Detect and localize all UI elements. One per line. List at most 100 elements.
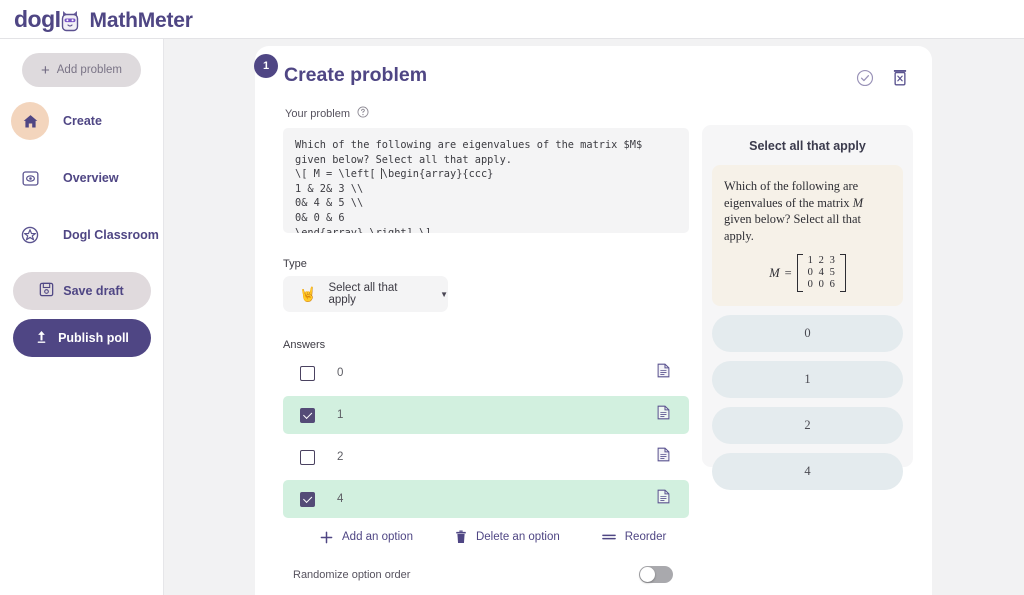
matrix-cell: 0 [807, 279, 813, 290]
option-actions-bar: Add an option Delete an option Reorder [320, 530, 666, 544]
reorder-icon [601, 532, 616, 542]
reorder-label: Reorder [624, 531, 667, 543]
sidebar-item-label: Dogl Classroom [63, 228, 159, 242]
star-circle-icon [11, 216, 49, 254]
your-problem-label-row: Your problem [285, 106, 369, 121]
save-draft-label: Save draft [63, 284, 124, 298]
matrix-equals-sign: = [784, 265, 792, 280]
chevron-down-icon: ▼ [440, 289, 448, 299]
randomize-label: Randomize option order [293, 568, 411, 581]
matrix-lhs: M [769, 265, 780, 280]
question-circle-icon[interactable] [357, 106, 369, 121]
floppy-disk-icon [39, 282, 54, 300]
preview-option[interactable]: 2 [712, 407, 903, 444]
matrix-cell: 0 [807, 267, 813, 278]
preview-question-line-2a: eigenvalues of the matrix [724, 195, 853, 210]
app-logo[interactable]: dogI MathMeter [0, 5, 193, 32]
save-draft-button[interactable]: Save draft [12, 272, 151, 310]
document-icon[interactable] [657, 447, 670, 467]
matrix-cell: 3 [829, 255, 835, 266]
app-title: MathMeter [89, 8, 193, 32]
upload-icon [34, 329, 49, 347]
preview-question: Which of the following are eigenvalues o… [712, 165, 903, 306]
matrix-cell: 1 [807, 255, 813, 266]
preview-option[interactable]: 0 [712, 315, 903, 352]
matrix-cell: 2 [818, 255, 824, 266]
matrix-bracket: 1 2 3 0 4 5 0 0 6 [796, 254, 846, 292]
document-icon[interactable] [657, 405, 670, 425]
preview-question-line-3: given below? Select all that apply. [724, 212, 861, 243]
publish-poll-label: Publish poll [58, 331, 129, 345]
add-problem-button[interactable]: + Add problem [22, 53, 141, 87]
answer-checkbox[interactable] [300, 407, 315, 423]
add-an-option-button[interactable]: Add an option [320, 531, 413, 544]
preview-option[interactable]: 1 [712, 361, 903, 398]
bracket-left [796, 254, 803, 292]
sidebar-item-create[interactable]: Create [0, 98, 163, 144]
check-circle-icon[interactable] [856, 69, 874, 92]
sidebar-item-dogl-classroom[interactable]: Dogl Classroom [0, 212, 163, 258]
preview-question-variable: M [852, 195, 864, 210]
answers-label: Answers [283, 339, 326, 351]
editor-line: \end{array} \right] \] [295, 226, 432, 233]
editor-line: 0& 0 & 6 [295, 211, 345, 224]
answer-text: 4 [337, 493, 344, 505]
publish-poll-button[interactable]: Publish poll [12, 319, 151, 357]
answer-row[interactable]: 1 [283, 396, 689, 434]
preview-option[interactable]: 4 [712, 453, 903, 490]
reorder-button[interactable]: Reorder [601, 531, 667, 543]
editor-line: \begin{array}{ccc} [381, 168, 494, 181]
answer-checkbox[interactable] [300, 449, 315, 465]
editor-line: given below? Select all that apply. [295, 153, 512, 166]
answer-row[interactable]: 2 [283, 438, 689, 476]
trash-icon [455, 530, 467, 544]
editor-line: 1 & 2& 3 \\ [295, 182, 364, 195]
editor-line: \[ M = \left[ [295, 168, 382, 181]
editor-line: Which of the following are eigenvalues o… [295, 139, 643, 151]
matrix-cell: 5 [829, 267, 835, 278]
bracket-right [839, 254, 846, 292]
your-problem-label: Your problem [285, 107, 351, 120]
page-title: Create problem [284, 64, 428, 86]
preview-title: Select all that apply [749, 139, 866, 153]
plus-icon [320, 531, 333, 544]
problem-latex-editor[interactable]: Which of the following are eigenvalues o… [283, 128, 689, 233]
document-icon[interactable] [657, 489, 670, 509]
add-an-option-label: Add an option [342, 531, 413, 543]
trash-x-icon[interactable] [891, 68, 909, 92]
answer-checkbox[interactable] [300, 491, 315, 507]
home-icon [11, 102, 49, 140]
delete-an-option-label: Delete an option [475, 531, 560, 543]
logo-wordmark: dogI [14, 5, 61, 32]
answer-checkbox[interactable] [300, 365, 315, 381]
sidebar: + Add problem Create Overview Dogl Class… [0, 39, 164, 595]
type-selected-value: Select all that apply [328, 282, 398, 306]
card-header-actions [856, 68, 909, 92]
add-problem-label: Add problem [56, 64, 122, 76]
top-bar: dogI MathMeter [0, 0, 1024, 39]
delete-an-option-button[interactable]: Delete an option [455, 530, 560, 544]
answer-row[interactable]: 0 [283, 354, 689, 392]
answer-row[interactable]: 4 [283, 480, 689, 518]
randomize-toggle[interactable] [639, 566, 673, 583]
matrix-cell: 6 [829, 279, 835, 290]
matrix-cell: 4 [818, 267, 824, 278]
answer-text: 0 [337, 367, 344, 379]
randomize-option-order-row: Randomize option order [293, 566, 673, 583]
matrix-cell: 0 [818, 279, 824, 290]
sidebar-item-overview[interactable]: Overview [0, 155, 163, 201]
plus-icon: + [41, 61, 50, 79]
document-icon[interactable] [657, 363, 670, 383]
sidebar-item-label: Overview [63, 171, 119, 185]
type-dropdown[interactable]: 🤘 Select all that apply ▼ [283, 276, 448, 312]
cat-mascot-icon [60, 10, 80, 32]
problem-number-badge: 1 [254, 54, 278, 78]
hand-sign-icon: 🤘 [299, 285, 317, 302]
toggle-knob [640, 567, 655, 582]
answer-text: 1 [337, 409, 344, 421]
sidebar-item-label: Create [63, 114, 102, 128]
answer-text: 2 [337, 451, 344, 463]
matrix-grid: 1 2 3 0 4 5 0 0 6 [805, 254, 838, 292]
preview-question-line-1: Which of the following are [724, 179, 859, 193]
monitor-eye-icon [11, 159, 49, 197]
